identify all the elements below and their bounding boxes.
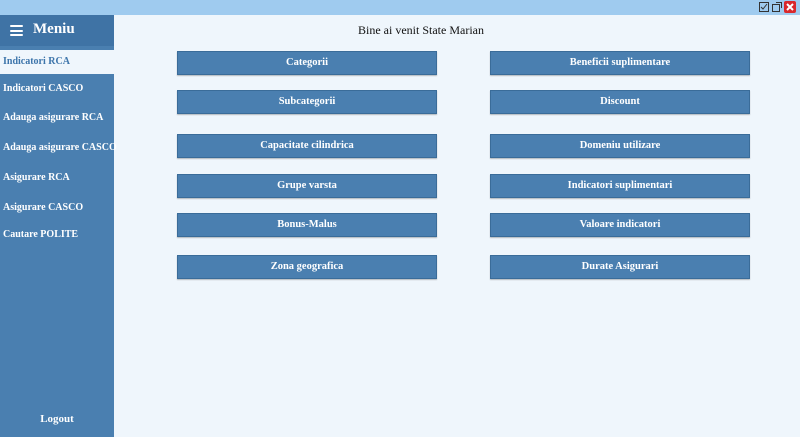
- discount-button[interactable]: Discount: [490, 90, 750, 114]
- sidebar-item-adauga-asigurare-rca[interactable]: Adauga asigurare RCA: [0, 106, 114, 130]
- sidebar-item-asigurare-rca[interactable]: Asigurare RCA: [0, 166, 114, 190]
- welcome-message: Bine ai venit State Marian: [358, 23, 484, 37]
- subcategorii-button[interactable]: Subcategorii: [177, 90, 437, 114]
- categorii-button[interactable]: Categorii: [177, 51, 437, 75]
- durate-asigurari-button[interactable]: Durate Asigurari: [490, 255, 750, 279]
- sidebar-item-indicatori-rca[interactable]: Indicatori RCA: [0, 50, 114, 74]
- bonus-malus-button[interactable]: Bonus-Malus: [177, 213, 437, 237]
- maximize-icon[interactable]: [771, 1, 783, 13]
- sidebar-item-adauga-asigurare-casco[interactable]: Adauga asigurare CASCO: [0, 136, 117, 160]
- valoare-indicatori-button[interactable]: Valoare indicatori: [490, 213, 750, 237]
- zona-geografica-button[interactable]: Zona geografica: [177, 255, 437, 279]
- menu-icon: [10, 25, 23, 36]
- beneficii-suplimentare-button[interactable]: Beneficii suplimentare: [490, 51, 750, 75]
- sidebar-header: Meniu: [0, 15, 114, 46]
- sidebar-item-asigurare-casco[interactable]: Asigurare CASCO: [0, 196, 114, 220]
- sidebar-item-cautare-polite[interactable]: Cautare POLITE: [0, 223, 114, 247]
- capacitate-cilindrica-button[interactable]: Capacitate cilindrica: [177, 134, 437, 158]
- grupe-varsta-button[interactable]: Grupe varsta: [177, 174, 437, 198]
- minimize-icon[interactable]: [758, 1, 770, 13]
- title-bar: [0, 0, 800, 15]
- domeniu-utilizare-button[interactable]: Domeniu utilizare: [490, 134, 750, 158]
- close-icon[interactable]: [784, 1, 796, 13]
- logout-button[interactable]: Logout: [0, 413, 114, 425]
- indicatori-suplimentari-button[interactable]: Indicatori suplimentari: [490, 174, 750, 198]
- sidebar: Meniu Indicatori RCA Indicatori CASCO Ad…: [0, 15, 117, 437]
- sidebar-item-indicatori-casco[interactable]: Indicatori CASCO: [0, 77, 114, 101]
- sidebar-title: Meniu: [33, 21, 75, 37]
